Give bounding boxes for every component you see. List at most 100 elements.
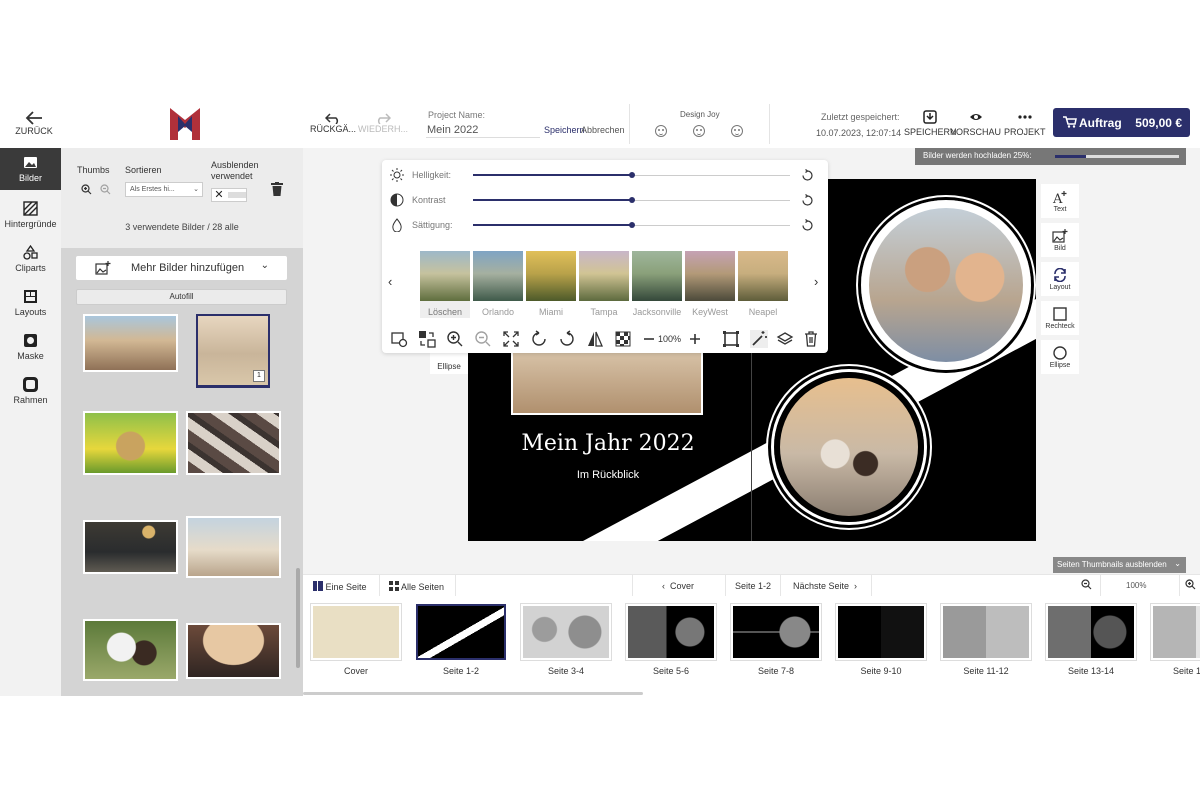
photo-thumbnail[interactable] (186, 411, 281, 475)
page-thumbnail-1-2[interactable]: Seite 1-2 (416, 604, 506, 676)
preview-button[interactable]: VORSCHAU (950, 110, 1001, 137)
rail-item-hintergruende[interactable]: Hintergründe (0, 194, 61, 236)
back-button[interactable]: ZURÜCK (14, 110, 54, 136)
rail-item-rahmen[interactable]: Rahmen (0, 370, 61, 412)
all-pages-view-button[interactable]: Alle Seiten (389, 581, 444, 592)
fit-icon[interactable] (502, 330, 520, 348)
undo-button[interactable]: RÜCKGÄ... (310, 112, 356, 134)
order-button[interactable]: Auftrag 509,00 € (1053, 108, 1190, 137)
replace-image-icon[interactable] (390, 330, 408, 348)
photo-thumbnail[interactable] (83, 314, 178, 372)
project-button[interactable]: PROJEKT (1004, 110, 1046, 137)
rectangle-button[interactable]: Rechteck (1041, 301, 1079, 335)
page-thumbnail-13-14[interactable]: Seite 13-14 (1046, 604, 1136, 676)
filter-loeschen[interactable]: Löschen (420, 251, 470, 318)
zoom-in-icon[interactable] (81, 184, 92, 195)
brightness-label: Helligkeit: (412, 170, 452, 180)
filter-tampa[interactable]: Tampa (579, 251, 629, 318)
magic-wand-icon[interactable] (750, 330, 768, 348)
thumbnail-preview (836, 604, 926, 660)
single-page-view-button[interactable]: Eine Seite (313, 581, 367, 592)
reset-icon[interactable] (801, 219, 814, 232)
add-image-button[interactable]: Bild (1041, 223, 1079, 257)
zoom-out-icon[interactable] (1081, 579, 1092, 592)
photo-thumbnail[interactable] (186, 516, 281, 578)
rail-item-bilder[interactable]: Bilder (0, 148, 61, 190)
slider-handle[interactable] (629, 197, 635, 203)
brightness-slider[interactable]: Helligkeit: (382, 166, 828, 186)
happy-face-icon[interactable] (731, 125, 743, 137)
page-thumbnail-7-8[interactable]: Seite 7-8 (731, 604, 821, 676)
minus-icon[interactable] (640, 330, 658, 348)
flip-icon[interactable] (586, 330, 604, 348)
neutral-face-icon[interactable] (693, 125, 705, 137)
zoom-in-icon[interactable] (446, 330, 464, 348)
swap-icon[interactable] (418, 330, 436, 348)
sad-face-icon[interactable] (655, 125, 667, 137)
add-more-images-button[interactable]: Mehr Bilder hinzufügen ⌄ (76, 256, 287, 280)
thumbnail-scrollbar[interactable] (303, 692, 643, 695)
chevron-left-icon[interactable]: ‹ (388, 274, 392, 289)
save-name-link[interactable]: Speichern (544, 125, 585, 135)
crop-frame-icon[interactable] (722, 330, 740, 348)
page-thumbnail-5-6[interactable]: Seite 5-6 (626, 604, 716, 676)
photo-thumbnail[interactable] (83, 520, 178, 574)
prev-page-label: Cover (670, 581, 695, 591)
reset-icon[interactable] (801, 169, 814, 182)
page-thumbnail-9-10[interactable]: Seite 9-10 (836, 604, 926, 676)
filter-keywest[interactable]: KeyWest (685, 251, 735, 318)
rotate-left-icon[interactable] (530, 330, 548, 348)
rotate-right-icon[interactable] (558, 330, 576, 348)
circle-photo-family[interactable] (861, 200, 1031, 370)
ellipse-button[interactable]: Ellipse (1041, 340, 1079, 374)
filter-jacksonville[interactable]: Jacksonville (632, 251, 682, 318)
chevron-right-icon[interactable]: › (814, 274, 818, 289)
filter-orlando[interactable]: Orlando (473, 251, 523, 318)
spread-title[interactable]: Mein Jahr 2022 (508, 431, 708, 456)
rail-item-cliparts[interactable]: Cliparts (0, 238, 61, 280)
photo-thumbnail[interactable] (83, 411, 178, 475)
next-page-button[interactable]: Nächste Seite › (793, 581, 857, 591)
plus-icon[interactable] (686, 330, 704, 348)
project-name-input[interactable] (426, 122, 540, 138)
filter-neapel[interactable]: Neapel (738, 251, 788, 318)
layout-button[interactable]: Layout (1041, 262, 1079, 296)
slider-handle[interactable] (629, 222, 635, 228)
transparency-icon[interactable] (614, 330, 632, 348)
page-thumbnail-3-4[interactable]: Seite 3-4 (521, 604, 611, 676)
layers-icon[interactable] (776, 330, 794, 348)
slider-handle[interactable] (629, 172, 635, 178)
zoom-in-icon[interactable] (1185, 579, 1196, 592)
zoom-out-icon[interactable] (100, 184, 111, 195)
page-thumbnail-15-16[interactable]: Seite 15-16 (1151, 604, 1200, 676)
circle-photo-proposal[interactable] (774, 372, 924, 522)
trash-icon[interactable] (802, 330, 820, 348)
hide-used-toggle[interactable]: ✕ (211, 188, 247, 202)
selected-photo-frame[interactable] (511, 349, 703, 415)
cancel-name-link[interactable]: Abbrechen (581, 125, 625, 135)
rail-item-maske[interactable]: Maske (0, 326, 61, 368)
save-button[interactable]: SPEICHERN (904, 110, 957, 137)
redo-button[interactable]: WIEDERH... (358, 112, 408, 134)
photo-thumbnail-selected[interactable]: 1 (196, 314, 270, 388)
page-thumbnail-cover[interactable]: Cover (311, 604, 401, 676)
add-text-button[interactable]: A Text (1041, 184, 1079, 218)
thumbnail-preview (311, 604, 401, 660)
reset-icon[interactable] (801, 194, 814, 207)
panel-scrollbar[interactable] (296, 568, 300, 668)
photo-thumbnail[interactable] (186, 623, 281, 679)
rail-label: Cliparts (15, 263, 46, 273)
page-thumbnail-11-12[interactable]: Seite 11-12 (941, 604, 1031, 676)
rail-item-layouts[interactable]: Layouts (0, 282, 61, 324)
sort-select[interactable]: Als Erstes hi... ⌄ (125, 182, 203, 197)
photo-thumbnail[interactable] (83, 619, 178, 681)
zoom-out-icon[interactable] (474, 330, 492, 348)
autofill-button[interactable]: Autofill (76, 289, 287, 305)
hide-thumbnails-button[interactable]: Seiten Thumbnails ausblenden ⌄ (1053, 557, 1186, 573)
contrast-slider[interactable]: Kontrast (382, 191, 828, 211)
filter-miami[interactable]: Miami (526, 251, 576, 318)
trash-icon[interactable] (271, 182, 283, 196)
spread-subtitle[interactable]: Im Rückblick (508, 469, 708, 481)
saturation-slider[interactable]: Sättigung: (382, 216, 828, 236)
prev-page-button[interactable]: ‹ Cover (662, 581, 694, 591)
